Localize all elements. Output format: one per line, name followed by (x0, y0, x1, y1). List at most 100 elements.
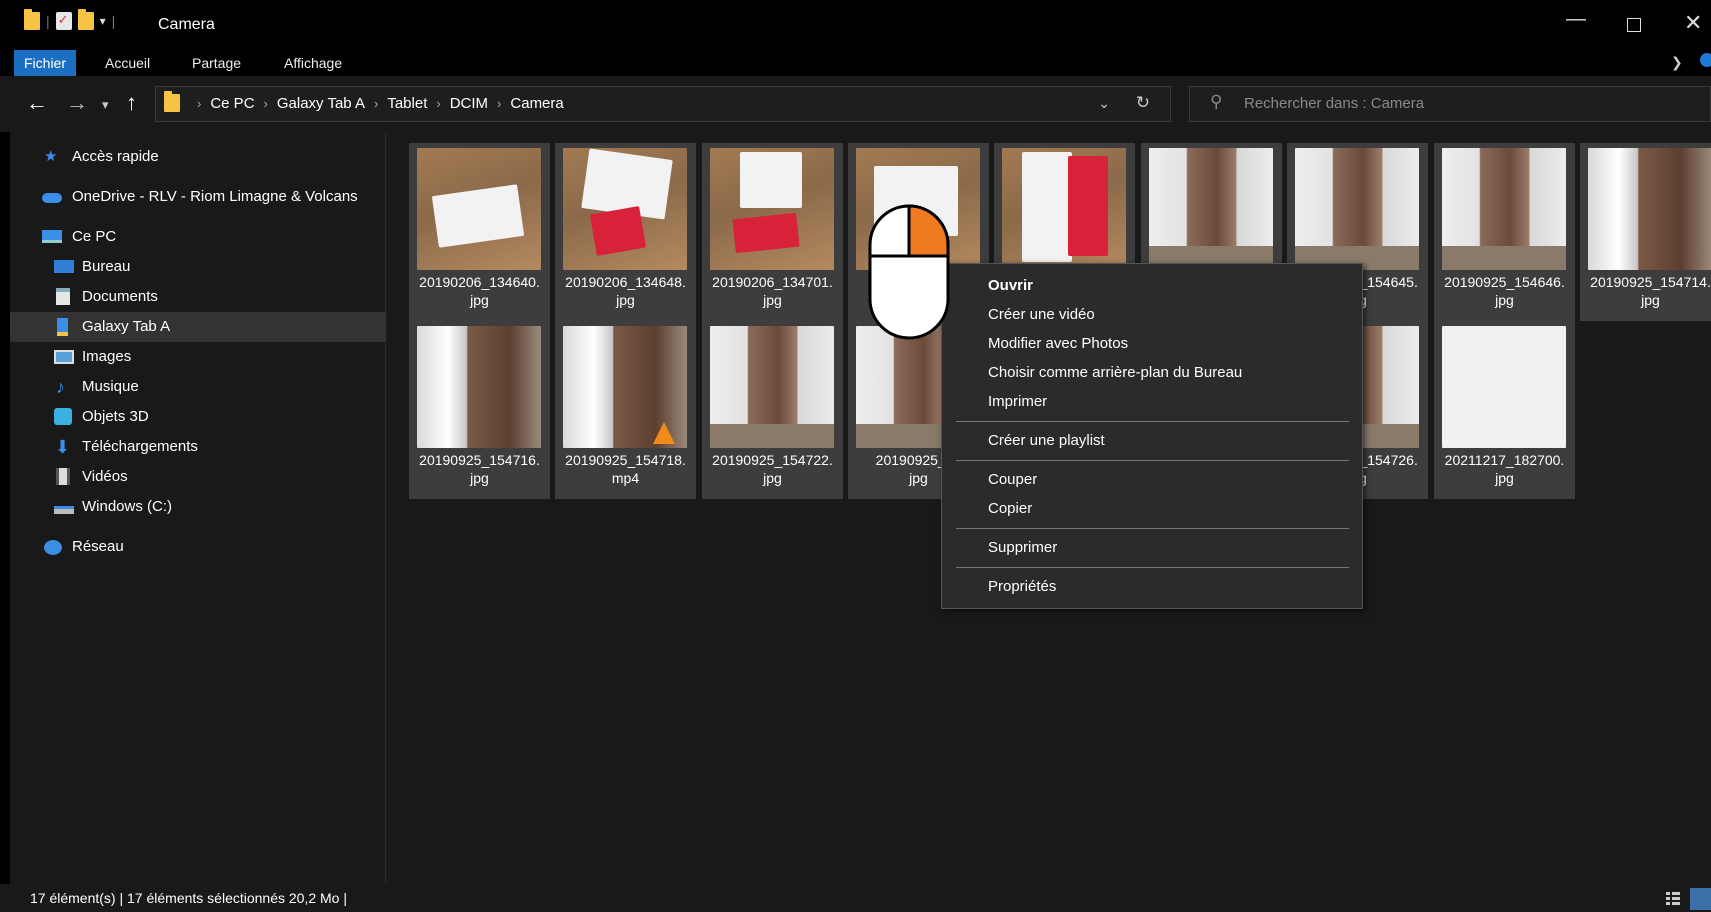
music-icon: ♪ (56, 377, 65, 397)
menu-item-modifier-photos[interactable]: Modifier avec Photos (988, 330, 1128, 358)
breadcrumb-ce-pc[interactable]: Ce PC (210, 87, 254, 121)
chevron-right-icon[interactable]: › (497, 87, 501, 121)
thumbnail (1442, 326, 1566, 448)
file-name: 20190206_134648. (565, 274, 686, 290)
sidebar-item-ce-pc[interactable]: Ce PC (10, 222, 386, 252)
maximize-button[interactable] (1627, 18, 1641, 32)
folder-icon (164, 91, 180, 112)
sidebar-item-documents[interactable]: Documents (10, 282, 386, 312)
file-extension: jpg (470, 470, 489, 486)
file-name: 20190206_134701. (712, 274, 833, 290)
breadcrumb-camera[interactable]: Camera (510, 87, 563, 121)
download-icon: ⬇ (55, 437, 71, 457)
file-tile[interactable]: 20190206_134701. jpg (702, 143, 843, 321)
mouse-right-click-icon (868, 204, 950, 340)
video-icon (56, 468, 70, 485)
cloud-icon (42, 193, 62, 203)
toolbar-separator: | (46, 13, 50, 29)
sidebar-item-images[interactable]: Images (10, 342, 386, 372)
menu-item-copier[interactable]: Copier (988, 495, 1032, 523)
chevron-right-icon[interactable]: › (374, 87, 378, 121)
sidebar-item-onedrive[interactable]: OneDrive - RLV - Riom Limagne & Volcans (10, 182, 386, 212)
file-tile[interactable]: 20211217_182700. jpg (1434, 321, 1575, 499)
ribbon-tabs: Fichier Accueil Partage Affichage ❯ (0, 50, 1711, 76)
window-title: Camera (158, 16, 215, 33)
new-folder-icon[interactable] (77, 9, 94, 30)
expand-ribbon-icon[interactable]: ❯ (1671, 54, 1683, 71)
sidebar-item-bureau[interactable]: Bureau (10, 252, 386, 282)
tab-partage[interactable]: Partage (182, 50, 251, 76)
help-icon[interactable] (1700, 53, 1711, 67)
sidebar-item-objets-3d[interactable]: Objets 3D (10, 402, 386, 432)
navigation-pane: ★ Accès rapide OneDrive - RLV - Riom Lim… (10, 132, 386, 884)
search-box[interactable]: ⚲ Rechercher dans : Camera (1189, 86, 1711, 122)
tab-accueil[interactable]: Accueil (95, 50, 160, 76)
sidebar-item-windows-c[interactable]: Windows (C:) (10, 492, 386, 522)
file-tile[interactable]: 20190925_154718. mp4 (555, 321, 696, 499)
chevron-right-icon[interactable]: › (264, 87, 268, 121)
file-tile[interactable]: 20190206_134648.jpg (555, 143, 696, 321)
thumbnail (1002, 148, 1126, 270)
file-extension: jpg (909, 470, 928, 486)
recent-locations-button[interactable]: ▾ (102, 97, 109, 113)
minimize-button[interactable]: — (1566, 8, 1586, 31)
chevron-right-icon[interactable]: › (197, 87, 201, 121)
properties-icon[interactable] (55, 12, 72, 30)
tab-affichage[interactable]: Affichage (274, 50, 352, 76)
chevron-right-icon[interactable]: › (436, 87, 440, 121)
title-bar: | ▾ | Camera — ✕ (0, 0, 1711, 50)
details-view-icon[interactable] (1666, 892, 1680, 906)
documents-icon (56, 288, 70, 305)
sidebar-item-telechargements[interactable]: ⬇ Téléchargements (10, 432, 386, 462)
file-name: 20190925_154718. (565, 452, 686, 468)
file-tile[interactable]: 20190925_154716.jpg (409, 321, 550, 499)
sidebar-item-musique[interactable]: ♪ Musique (10, 372, 386, 402)
sidebar-item-videos[interactable]: Vidéos (10, 462, 386, 492)
file-extension: jpg (616, 292, 635, 308)
file-tile[interactable]: 20190925_154714. jpg (1580, 143, 1711, 321)
breadcrumb-dcim[interactable]: DCIM (450, 87, 488, 121)
menu-item-supprimer[interactable]: Supprimer (988, 534, 1057, 562)
menu-item-arriere-plan[interactable]: Choisir comme arrière-plan du Bureau (988, 359, 1242, 387)
breadcrumb-tablet[interactable]: Tablet (387, 87, 427, 121)
thumbnail (710, 326, 834, 448)
thumbnail (1588, 148, 1711, 270)
sidebar-item-galaxy-tab-a[interactable]: Galaxy Tab A (10, 312, 386, 342)
large-icons-view-icon[interactable] (1690, 888, 1711, 910)
refresh-icon[interactable]: ↻ (1136, 93, 1150, 113)
file-extension: jpg (763, 470, 782, 486)
breadcrumb-galaxy-tab-a[interactable]: Galaxy Tab A (277, 87, 365, 121)
address-bar[interactable]: › Ce PC › Galaxy Tab A › Tablet › DCIM ›… (155, 86, 1171, 122)
menu-item-couper[interactable]: Couper (988, 466, 1037, 494)
thumbnail (710, 148, 834, 270)
up-button[interactable]: ↑ (126, 90, 137, 116)
menu-item-ouvrir[interactable]: Ouvrir (988, 272, 1033, 300)
file-name: 20190925_154716. (419, 452, 540, 468)
menu-item-imprimer[interactable]: Imprimer (988, 388, 1047, 416)
file-tile[interactable]: 20190925_154646. jpg (1434, 143, 1575, 321)
file-extension: mp4 (611, 470, 640, 486)
thumbnail (1295, 148, 1419, 270)
sidebar-item-acces-rapide[interactable]: ★ Accès rapide (10, 142, 386, 172)
breadcrumb: › Ce PC › Galaxy Tab A › Tablet › DCIM ›… (188, 87, 564, 121)
back-button[interactable]: ← (26, 90, 48, 116)
search-input[interactable]: Rechercher dans : Camera (1244, 87, 1424, 121)
menu-separator (956, 567, 1349, 568)
file-name: 20190925_154646. (1444, 274, 1565, 290)
pictures-icon (54, 350, 74, 364)
thumbnail (563, 148, 687, 270)
menu-item-creer-playlist[interactable]: Créer une playlist (988, 427, 1105, 455)
sidebar-item-reseau[interactable]: Réseau (10, 532, 386, 562)
tab-fichier[interactable]: Fichier (14, 50, 77, 76)
menu-item-proprietes[interactable]: Propriétés (988, 573, 1056, 601)
address-history-icon[interactable]: ⌄ (1098, 95, 1110, 112)
customize-toolbar-icon[interactable]: ▾ (100, 14, 106, 28)
drive-icon (54, 506, 74, 514)
menu-item-creer-video[interactable]: Créer une vidéo (988, 301, 1095, 329)
close-button[interactable]: ✕ (1684, 10, 1702, 36)
forward-button[interactable]: → (66, 90, 88, 116)
status-bar: 17 élément(s) | 17 éléments sélectionnés… (0, 884, 1711, 912)
menu-separator (956, 460, 1349, 461)
file-tile[interactable]: 20190206_134640. jpg (409, 143, 550, 321)
file-tile[interactable]: 20190925_154722. jpg (702, 321, 843, 499)
